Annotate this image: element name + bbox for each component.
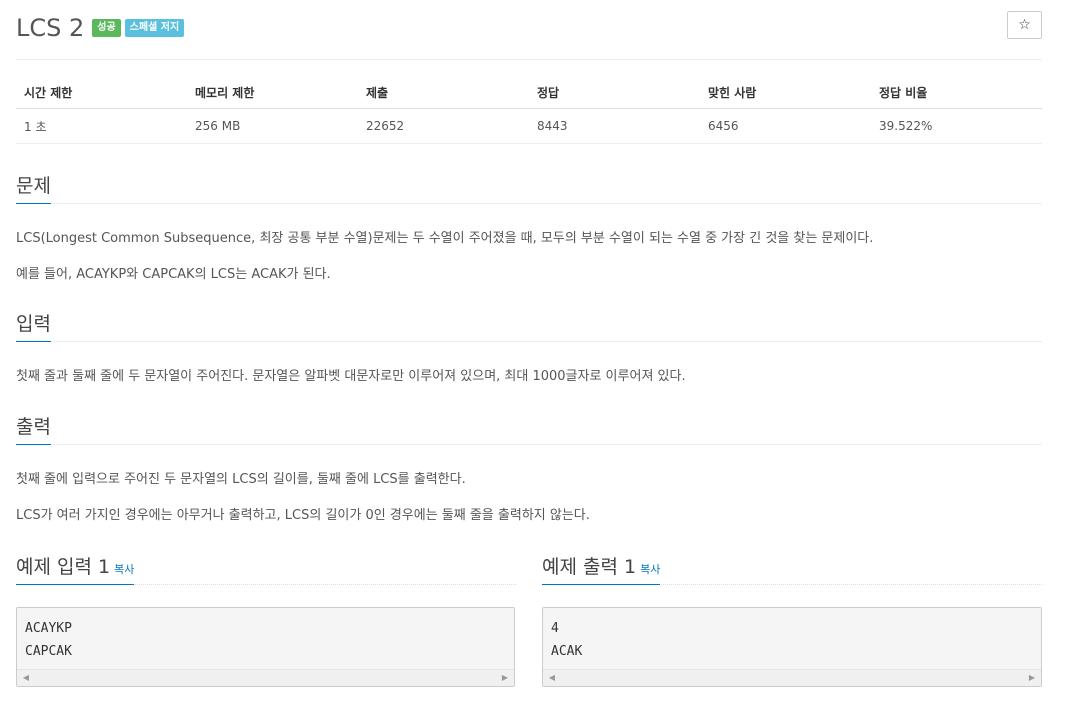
input-heading-bar: 입력 (16, 310, 1042, 342)
info-value-time-limit: 1 초 (16, 108, 187, 144)
star-icon: ☆ (1018, 17, 1031, 33)
sample-input-copy-link[interactable]: 복사 (114, 563, 134, 576)
title-divider (16, 59, 1042, 60)
status-badge-special-judge: 스페셜 저지 (124, 19, 185, 37)
description-paragraph-1: LCS(Longest Common Subsequence, 최장 공통 부분… (16, 231, 874, 246)
favorite-button[interactable]: ☆ (1007, 11, 1042, 39)
sample-input-line-1: ACAYKP (25, 621, 72, 636)
sample-output-line-1: 4 (551, 621, 559, 636)
info-header-submissions: 제출 (358, 76, 529, 109)
scroll-right-icon[interactable]: ▶ (498, 670, 512, 686)
sample-input-section: 예제 입력 1 복사 ACAYKP CAPCAK ◀ ▶ (16, 553, 516, 687)
output-paragraph-2: LCS가 여러 가지인 경우에는 아무거나 출력하고, LCS의 길이가 0인 … (16, 508, 590, 523)
input-heading: 입력 (16, 311, 51, 342)
sample-output-line-2: ACAK (551, 644, 583, 659)
sample-output-content: 4 ACAK (543, 608, 1041, 663)
info-header-row: 시간 제한 메모리 제한 제출 정답 맞힌 사람 정답 비율 (16, 76, 1042, 109)
sample-input-heading-text: 예제 입력 1 (16, 556, 111, 578)
sample-input-content: ACAYKP CAPCAK (17, 608, 514, 663)
scroll-left-icon[interactable]: ◀ (545, 670, 559, 686)
sample-output-copy-link[interactable]: 복사 (640, 563, 660, 576)
info-header-accepted: 정답 (529, 76, 700, 109)
title-row: LCS 2 성공 스페셜 저지 (16, 11, 188, 45)
sample-output-section: 예제 출력 1 복사 4 ACAK ◀ ▶ (542, 553, 1042, 687)
info-header-solvers: 맞힌 사람 (700, 76, 871, 109)
output-section: 출력 첫째 줄에 입력으로 주어진 두 문자열의 LCS의 길이를, 둘째 줄에… (16, 413, 1042, 523)
description-section: 문제 LCS(Longest Common Subsequence, 최장 공통… (16, 172, 1042, 282)
info-header-ratio: 정답 비율 (871, 76, 1042, 109)
problem-info-table: 시간 제한 메모리 제한 제출 정답 맞힌 사람 정답 비율 1 초 256 M… (16, 76, 1042, 144)
info-value-submissions: 22652 (358, 108, 529, 144)
sample-input-box[interactable]: ACAYKP CAPCAK ◀ ▶ (16, 607, 515, 687)
description-paragraph-2: 예를 들어, ACAYKP와 CAPCAK의 LCS는 ACAK가 된다. (16, 267, 331, 282)
info-value-ratio: 39.522% (871, 108, 1042, 144)
scroll-left-icon[interactable]: ◀ (19, 670, 33, 686)
output-heading: 출력 (16, 414, 51, 445)
output-paragraph-1: 첫째 줄에 입력으로 주어진 두 문자열의 LCS의 길이를, 둘째 줄에 LC… (16, 472, 466, 487)
sample-output-heading: 예제 출력 1 복사 (542, 554, 661, 585)
scroll-right-icon[interactable]: ▶ (1025, 670, 1039, 686)
info-value-accepted: 8443 (529, 108, 700, 144)
info-value-memory-limit: 256 MB (187, 108, 358, 144)
input-section: 입력 첫째 줄과 둘째 줄에 두 문자열이 주어진다. 문자열은 알파벳 대문자… (16, 310, 1042, 384)
output-heading-bar: 출력 (16, 413, 1042, 445)
problem-title: LCS 2 (16, 14, 85, 42)
sample-input-heading-bar: 예제 입력 1 복사 (16, 553, 516, 585)
sample-output-box[interactable]: 4 ACAK ◀ ▶ (542, 607, 1042, 687)
status-badge-success: 성공 (92, 19, 121, 37)
description-heading-bar: 문제 (16, 172, 1042, 204)
description-heading: 문제 (16, 173, 51, 204)
info-value-solvers: 6456 (700, 108, 871, 144)
sample-input-heading: 예제 입력 1 복사 (16, 554, 135, 585)
info-value-row: 1 초 256 MB 22652 8443 6456 39.522% (16, 108, 1042, 144)
sample-output-heading-bar: 예제 출력 1 복사 (542, 553, 1042, 585)
sample-output-scrollbar[interactable]: ◀ ▶ (543, 669, 1041, 686)
sample-output-heading-text: 예제 출력 1 (542, 556, 637, 578)
sample-input-line-2: CAPCAK (25, 644, 72, 659)
input-paragraph-1: 첫째 줄과 둘째 줄에 두 문자열이 주어진다. 문자열은 알파벳 대문자로만 … (16, 369, 686, 384)
info-header-time-limit: 시간 제한 (16, 76, 187, 109)
info-header-memory-limit: 메모리 제한 (187, 76, 358, 109)
sample-input-scrollbar[interactable]: ◀ ▶ (17, 669, 514, 686)
